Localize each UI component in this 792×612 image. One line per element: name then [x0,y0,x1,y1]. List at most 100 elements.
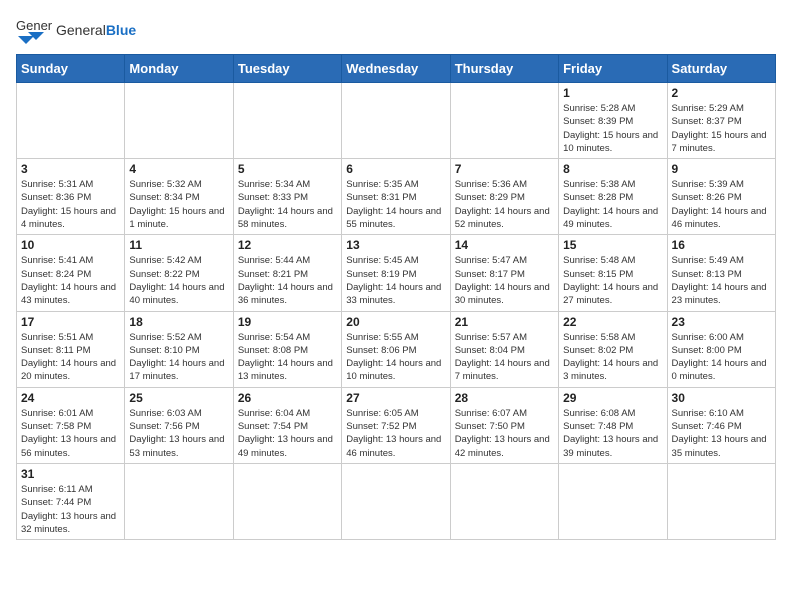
day-cell: 3 Sunrise: 5:31 AM Sunset: 8:36 PM Daylig… [17,159,125,235]
day-info: Sunrise: 5:52 AM Sunset: 8:10 PM Dayligh… [129,331,228,384]
day-cell: 12 Sunrise: 5:44 AM Sunset: 8:21 PM Dayli… [233,235,341,311]
day-number: 15 [563,238,662,252]
weekday-header-friday: Friday [559,55,667,83]
day-number: 27 [346,391,445,405]
day-info: Sunrise: 6:05 AM Sunset: 7:52 PM Dayligh… [346,407,445,460]
day-number: 10 [21,238,120,252]
day-cell: 21 Sunrise: 5:57 AM Sunset: 8:04 PM Dayli… [450,311,558,387]
day-cell [125,463,233,539]
day-info: Sunrise: 5:36 AM Sunset: 8:29 PM Dayligh… [455,178,554,231]
day-number: 22 [563,315,662,329]
day-info: Sunrise: 5:32 AM Sunset: 8:34 PM Dayligh… [129,178,228,231]
day-cell: 2 Sunrise: 5:29 AM Sunset: 8:37 PM Daylig… [667,83,775,159]
day-info: Sunrise: 5:35 AM Sunset: 8:31 PM Dayligh… [346,178,445,231]
week-row-5: 24 Sunrise: 6:01 AM Sunset: 7:58 PM Dayli… [17,387,776,463]
day-info: Sunrise: 6:03 AM Sunset: 7:56 PM Dayligh… [129,407,228,460]
day-cell: 6 Sunrise: 5:35 AM Sunset: 8:31 PM Daylig… [342,159,450,235]
day-info: Sunrise: 5:34 AM Sunset: 8:33 PM Dayligh… [238,178,337,231]
day-info: Sunrise: 6:08 AM Sunset: 7:48 PM Dayligh… [563,407,662,460]
day-number: 3 [21,162,120,176]
day-number: 13 [346,238,445,252]
day-number: 26 [238,391,337,405]
day-cell: 24 Sunrise: 6:01 AM Sunset: 7:58 PM Dayli… [17,387,125,463]
day-number: 19 [238,315,337,329]
day-cell: 26Sunrise: 6:04 AM Sunset: 7:54 PM Dayli… [233,387,341,463]
day-number: 23 [672,315,771,329]
day-cell: 27 Sunrise: 6:05 AM Sunset: 7:52 PM Dayli… [342,387,450,463]
day-cell: 20Sunrise: 5:55 AM Sunset: 8:06 PM Dayli… [342,311,450,387]
day-cell: 13Sunrise: 5:45 AM Sunset: 8:19 PM Dayli… [342,235,450,311]
day-info: Sunrise: 5:55 AM Sunset: 8:06 PM Dayligh… [346,331,445,384]
header: General GeneralBlue [16,16,776,44]
day-number: 17 [21,315,120,329]
day-cell [233,463,341,539]
day-cell: 19 Sunrise: 5:54 AM Sunset: 8:08 PM Dayli… [233,311,341,387]
day-info: Sunrise: 5:38 AM Sunset: 8:28 PM Dayligh… [563,178,662,231]
day-cell: 16Sunrise: 5:49 AM Sunset: 8:13 PM Dayli… [667,235,775,311]
day-cell: 22 Sunrise: 5:58 AM Sunset: 8:02 PM Dayli… [559,311,667,387]
logo-icon: General [16,16,52,44]
day-number: 16 [672,238,771,252]
day-info: Sunrise: 6:11 AM Sunset: 7:44 PM Dayligh… [21,483,120,536]
day-info: Sunrise: 5:42 AM Sunset: 8:22 PM Dayligh… [129,254,228,307]
day-info: Sunrise: 5:41 AM Sunset: 8:24 PM Dayligh… [21,254,120,307]
day-cell: 31Sunrise: 6:11 AM Sunset: 7:44 PM Dayli… [17,463,125,539]
day-cell: 1Sunrise: 5:28 AM Sunset: 8:39 PM Daylig… [559,83,667,159]
day-info: Sunrise: 5:51 AM Sunset: 8:11 PM Dayligh… [21,331,120,384]
svg-text:General: General [16,18,52,33]
day-number: 8 [563,162,662,176]
day-cell: 17 Sunrise: 5:51 AM Sunset: 8:11 PM Dayli… [17,311,125,387]
day-cell [342,463,450,539]
day-cell [342,83,450,159]
day-number: 29 [563,391,662,405]
day-info: Sunrise: 5:29 AM Sunset: 8:37 PM Dayligh… [672,102,771,155]
day-number: 24 [21,391,120,405]
day-number: 12 [238,238,337,252]
day-info: Sunrise: 6:10 AM Sunset: 7:46 PM Dayligh… [672,407,771,460]
day-number: 18 [129,315,228,329]
weekday-header-tuesday: Tuesday [233,55,341,83]
weekday-header-saturday: Saturday [667,55,775,83]
day-number: 1 [563,86,662,100]
day-cell [559,463,667,539]
day-cell [233,83,341,159]
day-number: 9 [672,162,771,176]
day-cell: 14 Sunrise: 5:47 AM Sunset: 8:17 PM Dayli… [450,235,558,311]
day-cell: 18 Sunrise: 5:52 AM Sunset: 8:10 PM Dayli… [125,311,233,387]
day-number: 5 [238,162,337,176]
day-cell [450,83,558,159]
weekday-header-thursday: Thursday [450,55,558,83]
day-info: Sunrise: 5:58 AM Sunset: 8:02 PM Dayligh… [563,331,662,384]
week-row-6: 31Sunrise: 6:11 AM Sunset: 7:44 PM Dayli… [17,463,776,539]
day-cell [450,463,558,539]
day-number: 30 [672,391,771,405]
day-info: Sunrise: 5:44 AM Sunset: 8:21 PM Dayligh… [238,254,337,307]
week-row-2: 3 Sunrise: 5:31 AM Sunset: 8:36 PM Daylig… [17,159,776,235]
day-number: 28 [455,391,554,405]
day-info: Sunrise: 6:00 AM Sunset: 8:00 PM Dayligh… [672,331,771,384]
weekday-header-sunday: Sunday [17,55,125,83]
day-info: Sunrise: 5:39 AM Sunset: 8:26 PM Dayligh… [672,178,771,231]
day-number: 21 [455,315,554,329]
day-cell: 30 Sunrise: 6:10 AM Sunset: 7:46 PM Dayli… [667,387,775,463]
day-info: Sunrise: 6:07 AM Sunset: 7:50 PM Dayligh… [455,407,554,460]
day-info: Sunrise: 5:54 AM Sunset: 8:08 PM Dayligh… [238,331,337,384]
day-info: Sunrise: 5:57 AM Sunset: 8:04 PM Dayligh… [455,331,554,384]
day-info: Sunrise: 5:31 AM Sunset: 8:36 PM Dayligh… [21,178,120,231]
day-info: Sunrise: 6:01 AM Sunset: 7:58 PM Dayligh… [21,407,120,460]
day-cell: 10 Sunrise: 5:41 AM Sunset: 8:24 PM Dayli… [17,235,125,311]
day-number: 6 [346,162,445,176]
day-cell: 8 Sunrise: 5:38 AM Sunset: 8:28 PM Daylig… [559,159,667,235]
day-info: Sunrise: 5:47 AM Sunset: 8:17 PM Dayligh… [455,254,554,307]
day-number: 14 [455,238,554,252]
day-cell: 4Sunrise: 5:32 AM Sunset: 8:34 PM Daylig… [125,159,233,235]
day-number: 2 [672,86,771,100]
day-info: Sunrise: 5:48 AM Sunset: 8:15 PM Dayligh… [563,254,662,307]
day-cell: 9 Sunrise: 5:39 AM Sunset: 8:26 PM Daylig… [667,159,775,235]
day-number: 11 [129,238,228,252]
logo: General GeneralBlue [16,16,136,44]
day-cell: 11 Sunrise: 5:42 AM Sunset: 8:22 PM Dayli… [125,235,233,311]
day-cell [667,463,775,539]
weekday-header-row: SundayMondayTuesdayWednesdayThursdayFrid… [17,55,776,83]
day-cell [17,83,125,159]
